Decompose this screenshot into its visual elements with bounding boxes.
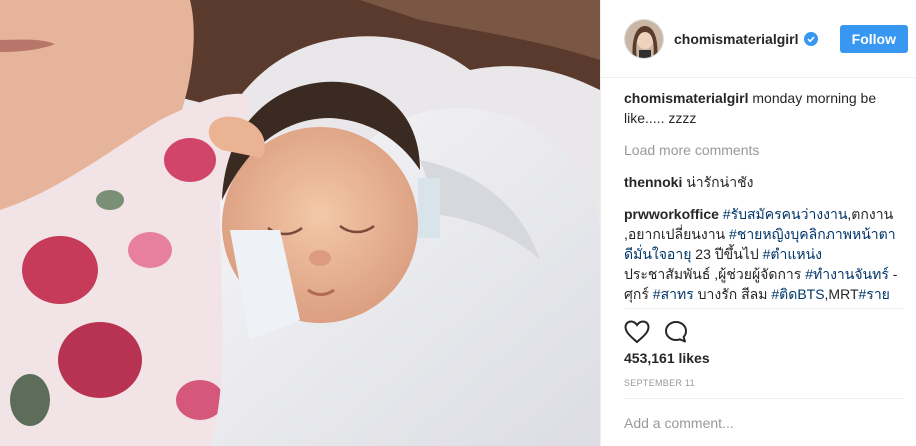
post-photo[interactable] xyxy=(0,0,600,446)
post-date[interactable]: SEPTEMBER 11 xyxy=(624,378,904,388)
avatar[interactable] xyxy=(624,18,664,59)
hashtag-link[interactable]: #สาทร xyxy=(653,286,694,302)
heart-icon[interactable] xyxy=(624,320,650,344)
comment-text-segment: ประชาสัมพันธ์ ,ผู้ช่วยผู้จัดการ xyxy=(624,266,806,282)
hashtag-link[interactable]: #ตำแหน่ง xyxy=(763,246,822,262)
comment-text: น่ารักน่าชัง xyxy=(686,174,754,190)
comment-bubble-icon[interactable] xyxy=(664,320,688,344)
comment-item: prwworkoffice #รับสมัครคนว่างงาน,ตกงาน ,… xyxy=(624,204,904,306)
comment-text-segment: ,MRT xyxy=(824,286,859,302)
comment-text-segment: 23 ปีขึ้นไป xyxy=(691,246,763,262)
comments-list: chomismaterialgirl monday morning be lik… xyxy=(624,88,904,306)
comment-username[interactable]: prwworkoffice xyxy=(624,206,719,222)
comment-item: thennoki น่ารักน่าชัง xyxy=(624,172,904,192)
follow-button[interactable]: Follow xyxy=(839,24,908,53)
instagram-post: chomismaterialgirl Follow chomismaterial… xyxy=(0,0,916,446)
header-username[interactable]: chomismaterialgirl xyxy=(674,31,799,47)
add-comment-section xyxy=(624,398,904,431)
baby-photo-image xyxy=(0,0,600,446)
add-comment-input[interactable] xyxy=(624,415,904,431)
hashtag-link[interactable]: #ทำงานจันทร์ xyxy=(805,266,889,282)
likes-count[interactable]: 453,161 likes xyxy=(624,350,904,366)
post-actions: 453,161 likes SEPTEMBER 11 xyxy=(624,308,904,388)
verified-badge-icon xyxy=(803,31,818,46)
caption-comment: chomismaterialgirl monday morning be lik… xyxy=(624,88,904,128)
comment-text-segment: บางรัก สีลม xyxy=(693,286,772,302)
load-more-comments-link[interactable]: Load more comments xyxy=(624,140,904,160)
hashtag-link[interactable]: #ติดBTS xyxy=(771,286,824,302)
post-sidebar: chomismaterialgirl Follow chomismaterial… xyxy=(600,0,916,446)
post-header: chomismaterialgirl Follow xyxy=(601,0,916,78)
comment-username[interactable]: thennoki xyxy=(624,174,682,190)
comment-username[interactable]: chomismaterialgirl xyxy=(624,90,749,106)
hashtag-link[interactable]: #รับสมัครคนว่างงาน xyxy=(723,206,848,222)
avatar-image xyxy=(625,19,663,58)
